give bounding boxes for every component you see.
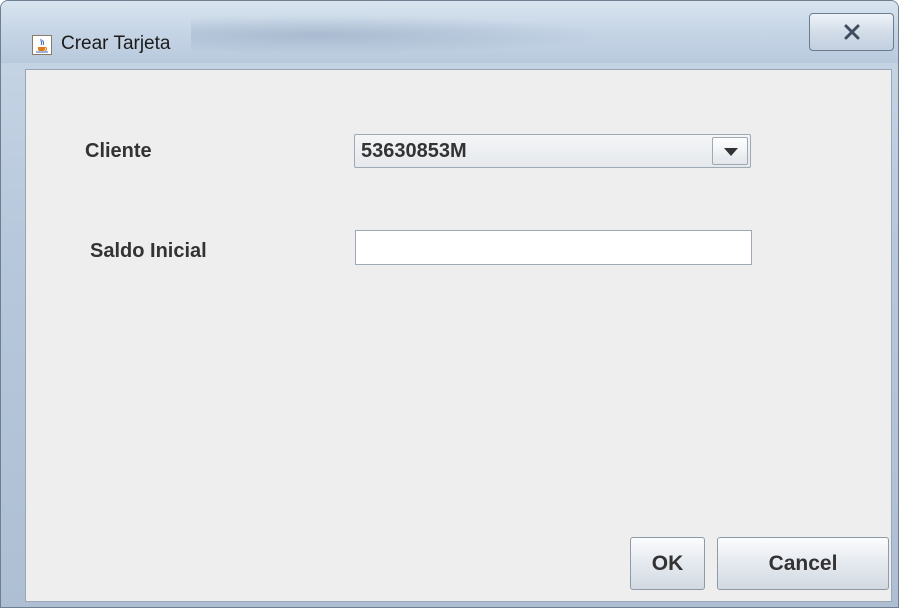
title-bar[interactable]: Crear Tarjeta <box>1 1 898 63</box>
cliente-label: Cliente <box>85 140 152 162</box>
dialog-window: Crear Tarjeta Cliente 53630853M Saldo In… <box>0 0 899 608</box>
title-bar-background-blur <box>191 15 611 55</box>
close-button[interactable] <box>809 13 894 51</box>
close-icon <box>844 24 860 40</box>
cliente-selected-value: 53630853M <box>361 140 467 162</box>
chevron-down-icon <box>724 148 738 156</box>
cliente-combobox[interactable]: 53630853M <box>354 134 751 168</box>
combobox-dropdown-button[interactable] <box>712 137 748 165</box>
window-title: Crear Tarjeta <box>61 33 171 54</box>
cancel-button[interactable]: Cancel <box>717 537 889 590</box>
saldo-inicial-input[interactable] <box>355 230 752 265</box>
java-cup-icon <box>32 35 52 55</box>
saldo-inicial-label: Saldo Inicial <box>90 240 207 262</box>
ok-button[interactable]: OK <box>630 537 705 590</box>
dialog-content: Cliente 53630853M Saldo Inicial OK Cance… <box>25 69 892 602</box>
